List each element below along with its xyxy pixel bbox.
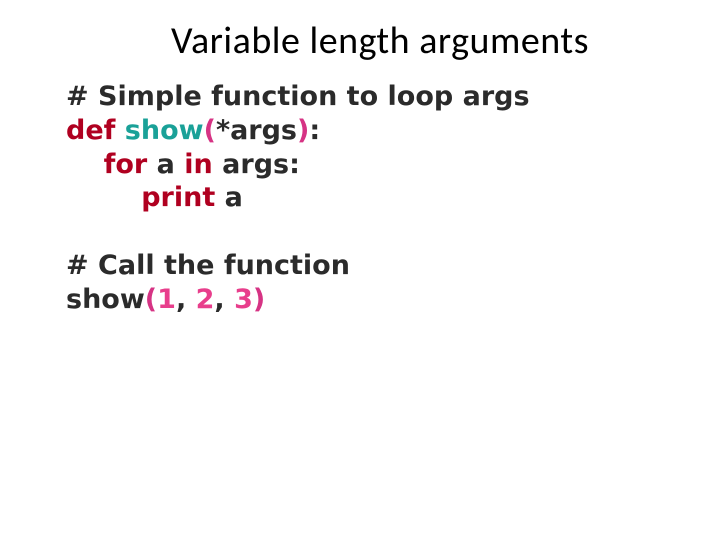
kw-for: for <box>104 149 148 180</box>
indent <box>66 149 104 180</box>
blank-line <box>66 216 75 247</box>
space <box>215 182 224 213</box>
num: 1 <box>157 284 176 315</box>
kw-print: print <box>141 182 215 213</box>
call-name: show <box>66 284 145 315</box>
var-a: a <box>225 182 243 213</box>
comment-text: Call the function <box>98 250 350 281</box>
var-args: args <box>222 149 289 180</box>
indent <box>66 182 141 213</box>
space <box>115 115 124 146</box>
comma: , <box>214 284 224 315</box>
param-args: args <box>230 115 297 146</box>
colon: : <box>289 149 300 180</box>
comment-hash: # <box>66 81 98 112</box>
space <box>225 284 234 315</box>
code-block: # Simple function to loop args def show(… <box>66 80 530 316</box>
num: 3 <box>234 284 253 315</box>
space <box>175 149 184 180</box>
comma: , <box>176 284 186 315</box>
slide-title: Variable length arguments <box>40 0 720 64</box>
kw-in: in <box>184 149 212 180</box>
paren-open: ( <box>145 284 157 315</box>
paren-close: ) <box>297 115 309 146</box>
paren-open: ( <box>204 115 216 146</box>
star: * <box>216 115 230 146</box>
space <box>186 284 195 315</box>
colon: : <box>309 115 320 146</box>
num: 2 <box>196 284 215 315</box>
space <box>147 149 156 180</box>
func-name: show <box>125 115 204 146</box>
slide: Variable length arguments # Simple funct… <box>0 0 720 540</box>
paren-close: ) <box>253 284 265 315</box>
comment-hash: # <box>66 250 98 281</box>
comment-text: Simple function to loop args <box>98 81 530 112</box>
var-a: a <box>157 149 175 180</box>
kw-def: def <box>66 115 115 146</box>
space <box>213 149 222 180</box>
